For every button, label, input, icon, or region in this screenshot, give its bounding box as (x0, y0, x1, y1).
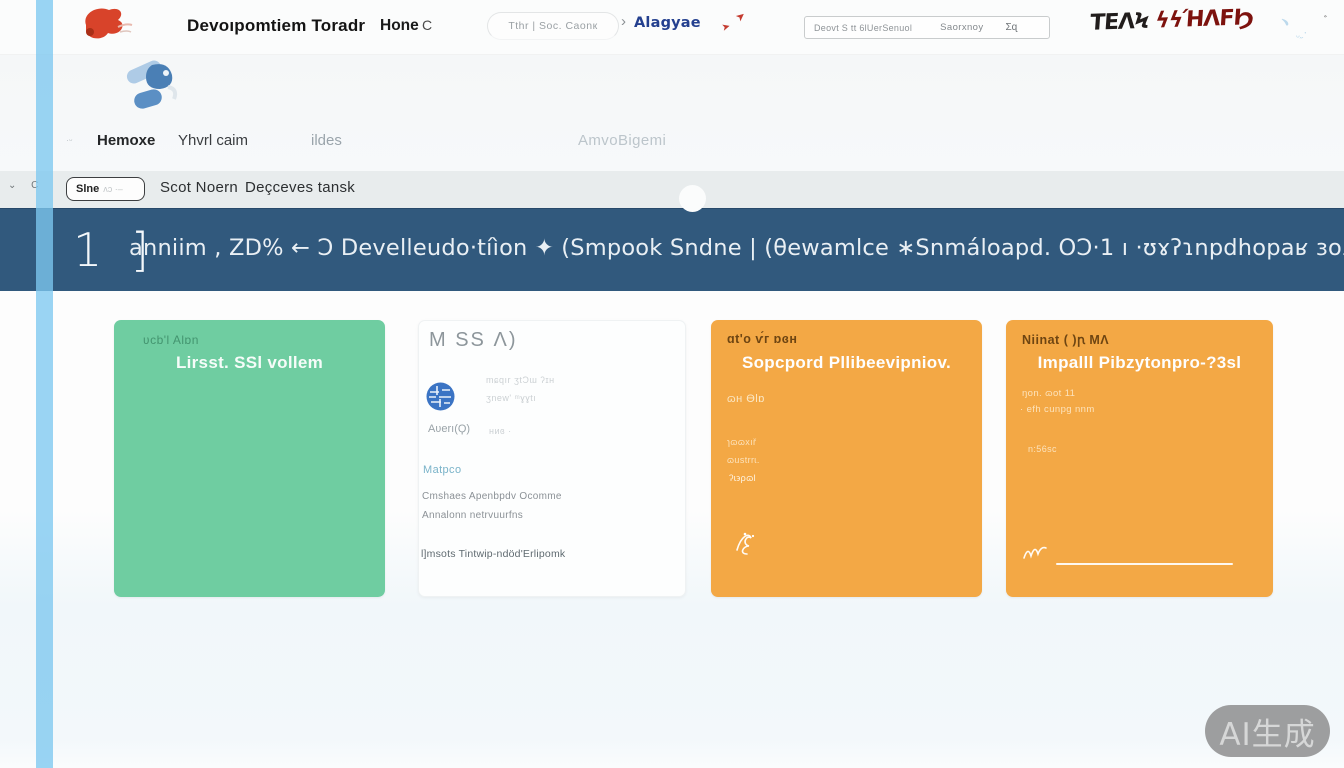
nav-search-input[interactable]: Deovt S tt 6lUerSenuol Saorxnoy Σɋ (804, 16, 1050, 39)
toolbar-row: ⌄ C Slne ʌɔ ·– Scot Noern Deçceves tansk (0, 171, 1344, 208)
nav-accent-link[interactable]: Alagyae (634, 15, 701, 31)
signature-scribble-icon (1020, 540, 1056, 571)
card-orange1-subtitle: ɷʜ Ɵlɒ (727, 393, 765, 405)
dropdown-value: Slne (76, 183, 99, 195)
signature-scribble-icon (733, 530, 767, 565)
card-orange2-line-1: ŋon. ɷot 11 (1022, 388, 1075, 399)
card-green[interactable]: ʋcb'l Alɒn Lirsst. SSl vollem (114, 320, 385, 597)
sub-header: ·ᵕ Hemoxe Yhvrl caim ildes AmvoBigemi (0, 55, 1344, 171)
input-placeholder-mid: Saorxnoy (940, 22, 983, 33)
ai-watermark-text: AI生成 (1219, 709, 1315, 754)
subnav-item-3[interactable]: AmvoBigemi (578, 132, 666, 149)
ai-watermark-badge: AI生成 (1205, 705, 1330, 757)
nav-item-home[interactable]: Hone (380, 17, 419, 35)
card-white-line-2: Annalonn netrvuurfns (422, 510, 523, 521)
card-white-meta-3: ниɞ · (489, 426, 512, 436)
toolbar-item-1[interactable]: Scot Noern (160, 179, 238, 196)
sub-tick-mark: ·ᵕ (66, 135, 72, 145)
toolbar-item-2[interactable]: Deçceves tansk (245, 179, 355, 196)
card-green-label: ʋcb'l Alɒn (143, 333, 199, 347)
card-orange1-line-2: ɷustrrɩ. (727, 455, 760, 465)
card-white-meta-1: mɕqır ʒtƆɯ ʔɪʜ (486, 375, 555, 385)
card-orange2-label: Niinat ( )ꞃ MΛ (1022, 332, 1109, 347)
top-navbar: Devoıpomtiem Toradr Hone C Tthr | Soc. C… (0, 0, 1344, 55)
card-white-blue-link[interactable]: Matpco (423, 464, 461, 476)
content-area: ʋcb'l Alɒn Lirsst. SSl vollem M SS Λ) mɕ… (0, 291, 1344, 768)
card-orange1-line-1: ɿɷɷxıř (727, 437, 756, 447)
card-white-agent-label: Aʋerı(Ϙ) (428, 423, 470, 435)
card-orange2-line-3: n:56sc (1028, 444, 1057, 454)
card-white-footer-link[interactable]: l]msots Tintwip-ndöd'Erlipomk (421, 548, 565, 560)
brand-logo-icon[interactable] (78, 3, 136, 52)
nav-search-hint: Tthr | Soc. Caonк (508, 20, 597, 32)
card-orange1-title: Sopcpord Pllibeevipniov. (711, 353, 982, 373)
signature-underline (1056, 563, 1233, 565)
card-orange1-line-3: ʔɩ϶ρɷl (729, 473, 756, 483)
subnav-item-2[interactable]: ildes (311, 132, 342, 149)
card-white[interactable]: M SS Λ) mɕqır ʒtƆɯ ʔɪʜ ʒnew' ᵐɣɣtı Aʋerı… (418, 320, 686, 597)
card-orange1-label: ɑt'о ѵ́г ɒɞʜ (727, 332, 797, 346)
card-white-title: M SS Λ) (429, 329, 517, 352)
card-orange-1[interactable]: ɑt'о ѵ́г ɒɞʜ Sopcpord Pllibeevipniov. ɷʜ… (711, 320, 982, 597)
banner-headline: anniim , ZD% ← Ɔ Develleudo·tíìon ✦ (Smp… (129, 235, 1129, 261)
card-orange2-line-2: · efh cunpg nnm (1020, 404, 1095, 415)
card-orange2-title: Impalll Pibzytonpro-?3sl (1006, 353, 1273, 373)
card-white-line-1: Cmshaes Apenbpdv Ocomme (422, 491, 562, 502)
globe-icon (426, 382, 455, 416)
hero-banner: 1 ] anniim , ZD% ← Ɔ Develleudo·tíìon ✦ … (0, 208, 1344, 291)
chevron-right-icon: › (621, 13, 626, 30)
red-arrow-icon: ➤ (721, 21, 732, 34)
card-orange-2[interactable]: Niinat ( )ꞃ MΛ Impalll Pibzytonpro-?3sl … (1006, 320, 1273, 597)
input-trailing-icon: Σɋ (1006, 22, 1018, 33)
corner-decoration-marks: ﹅᠂ﾞᵕ˶ (1276, 12, 1336, 42)
subnav-item-1[interactable]: Yhvrl caim (178, 132, 248, 149)
page: Devoıpomtiem Toradr Hone C Tthr | Soc. C… (0, 0, 1344, 768)
card-white-meta-2: ʒnew' ᵐɣɣtı (486, 393, 536, 403)
banner-notch-circle (679, 185, 706, 212)
site-logo-icon[interactable] (122, 51, 198, 120)
red-arrow-icon: ➤ (733, 9, 748, 25)
nav-home-badge: C (422, 17, 432, 33)
nav-search-box[interactable]: Tthr | Soc. Caonк (487, 12, 619, 40)
input-placeholder-left: Deovt S tt 6lUerSenuol (814, 23, 912, 33)
dropdown-hint: ʌɔ ·– (103, 184, 123, 194)
handwritten-scribble: ΤΕΛϞ ϟϟΉΛϜϦ (1089, 5, 1254, 36)
card-green-title: Lirsst. SSl vollem (114, 353, 385, 373)
filter-dropdown[interactable]: Slne ʌɔ ·– (66, 177, 145, 201)
subnav-item-0[interactable]: Hemoxe (97, 132, 155, 149)
brand-title: Devoıpomtiem Toradr (187, 16, 365, 36)
left-cyan-stripe (36, 0, 53, 768)
